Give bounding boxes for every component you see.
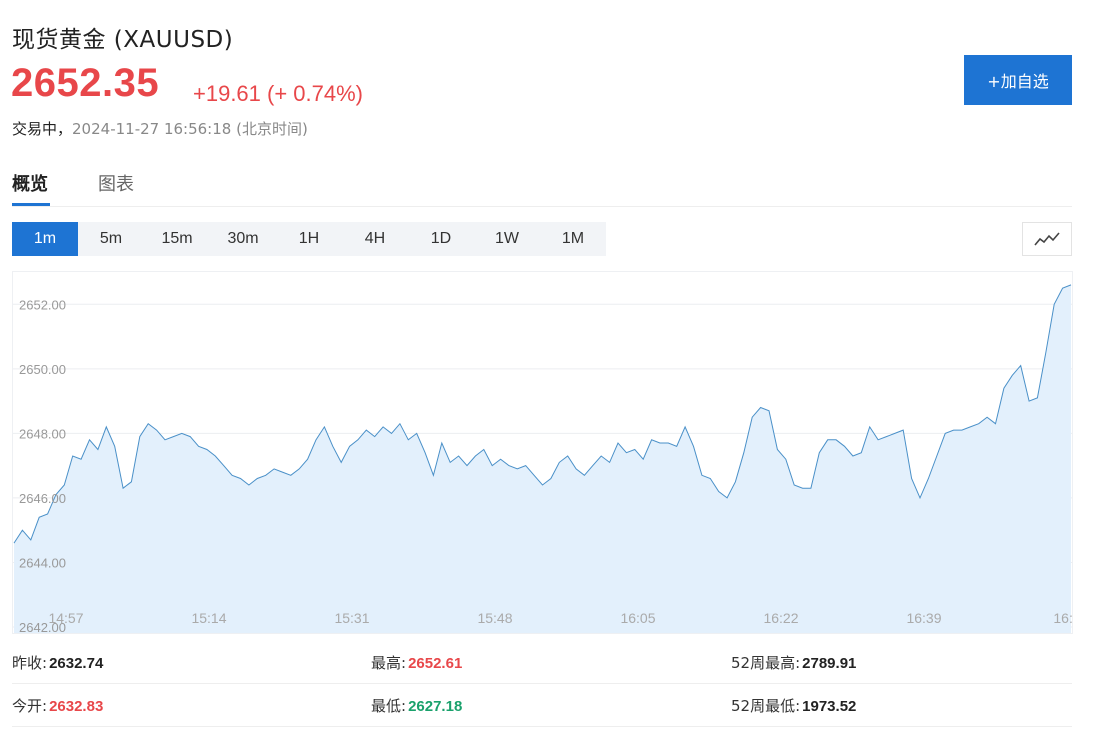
stat-value: 2632.74: [49, 655, 104, 672]
stat-label: 昨收:: [12, 654, 48, 672]
stat-value: 2789.91: [802, 655, 857, 672]
y-tick-label: 2650.00: [19, 362, 66, 377]
x-tick-label: 15:14: [191, 610, 226, 626]
stat-label: 52周最低:: [731, 697, 801, 715]
stat-label: 最高:: [371, 654, 407, 672]
period-15m[interactable]: 15m: [144, 222, 210, 256]
tab-overview[interactable]: 概览: [12, 170, 50, 206]
stat-high: 最高: 2652.61: [371, 652, 462, 673]
y-tick-label: 2648.00: [19, 426, 66, 441]
stat-label: 最低:: [371, 697, 407, 715]
period-1mo[interactable]: 1M: [540, 222, 606, 256]
period-1m[interactable]: 1m: [12, 222, 78, 256]
line-chart-icon: [1034, 232, 1060, 246]
instrument-title: 现货黄金 (XAUUSD): [12, 27, 234, 53]
trading-status-label: 交易中，: [12, 120, 73, 138]
y-tick-label: 2652.00: [19, 297, 66, 312]
price-chart[interactable]: 2652.00 2650.00 2648.00 2646.00 2644.00 2642.…: [12, 271, 1073, 634]
stat-value: 2632.83: [49, 698, 104, 715]
stats-row: 今开: 2632.83 最低: 2627.18 52周最低: 1973.52: [12, 683, 1072, 727]
period-30m[interactable]: 30m: [210, 222, 276, 256]
add-watchlist-button[interactable]: +加自选: [964, 55, 1072, 105]
period-4h[interactable]: 4H: [342, 222, 408, 256]
period-1w[interactable]: 1W: [474, 222, 540, 256]
stat-value: 1973.52: [802, 698, 857, 715]
price-change: +19.61 (+ 0.74%): [193, 81, 364, 106]
x-tick-label: 14:57: [48, 610, 83, 626]
stat-52w-low: 52周最低: 1973.52: [731, 695, 856, 716]
x-tick-label: 16:05: [620, 610, 655, 626]
tab-chart[interactable]: 图表: [98, 170, 134, 196]
stat-prev-close: 昨收: 2632.74: [12, 652, 103, 673]
x-tick-label: 16:5: [1053, 610, 1073, 626]
trading-status: 交易中，2024-11-27 16:56:18 (北京时间): [12, 118, 308, 139]
price-chart-svg: 2652.002650.002648.002646.002644.002642.…: [13, 284, 1073, 633]
tab-divider: [12, 206, 1072, 207]
chart-type-button[interactable]: [1022, 222, 1072, 256]
period-selector: 1m 5m 15m 30m 1H 4H 1D 1W 1M: [12, 222, 606, 256]
stat-52w-high: 52周最高: 2789.91: [731, 652, 856, 673]
stats-row: 昨收: 2632.74 最高: 2652.61 52周最高: 2789.91: [12, 640, 1072, 684]
y-tick-label: 2646.00: [19, 491, 66, 506]
chart-area: [14, 284, 1071, 633]
stat-label: 52周最高:: [731, 654, 801, 672]
x-tick-label: 16:22: [763, 610, 798, 626]
period-1d[interactable]: 1D: [408, 222, 474, 256]
stat-label: 今开:: [12, 697, 48, 715]
x-tick-label: 16:39: [906, 610, 941, 626]
stat-open: 今开: 2632.83: [12, 695, 103, 716]
stat-low: 最低: 2627.18: [371, 695, 462, 716]
stat-value: 2652.61: [408, 655, 463, 672]
period-5m[interactable]: 5m: [78, 222, 144, 256]
x-tick-label: 15:31: [334, 610, 369, 626]
period-1h[interactable]: 1H: [276, 222, 342, 256]
x-tick-label: 15:48: [477, 610, 512, 626]
stat-value: 2627.18: [408, 698, 463, 715]
current-price: 2652.35: [11, 61, 160, 105]
y-tick-label: 2644.00: [19, 555, 66, 570]
quote-timestamp: 2024-11-27 16:56:18 (北京时间): [72, 120, 308, 138]
